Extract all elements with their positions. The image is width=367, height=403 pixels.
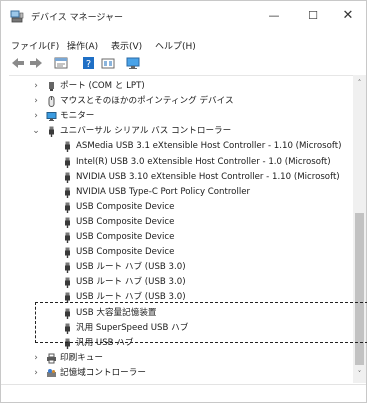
usb-icon <box>62 172 73 183</box>
toolbar: ? <box>1 55 366 73</box>
close-button[interactable]: ✕ <box>328 1 367 31</box>
properties-icon[interactable] <box>53 56 69 70</box>
tree-item-label: ASMedia USB 3.1 eXtensible Host Controll… <box>76 141 342 152</box>
tree-item[interactable]: ASMedia USB 3.1 eXtensible Host Controll… <box>9 139 353 154</box>
tree-item-label: ポート (COM と LPT) <box>60 81 145 91</box>
tree-item-label: USB ルート ハブ (USB 3.0) <box>76 277 186 288</box>
tree-item[interactable]: › ポート (COM と LPT) <box>9 79 353 94</box>
tree-item[interactable]: › 印刷キュー <box>9 351 353 366</box>
close-icon: ✕ <box>342 8 354 23</box>
scroll-down-arrow-icon[interactable]: ˅ <box>353 368 366 380</box>
status-bar <box>1 384 366 402</box>
tree-item-label: ユニバーサル シリアル バス コントローラー <box>60 126 232 137</box>
tree-item[interactable]: USB ルート ハブ (USB 3.0) <box>9 260 353 275</box>
usb-icon <box>62 141 73 153</box>
tree-item-label: USB Composite Device <box>76 216 175 227</box>
tree-item-label: 印刷キュー <box>60 352 103 363</box>
tree-item[interactable]: USB ルート ハブ (USB 3.0) <box>9 275 353 290</box>
scroll-up-arrow-icon[interactable]: ˄ <box>353 77 366 89</box>
tree-item[interactable]: USB Composite Device <box>9 215 353 230</box>
forward-arrow-icon[interactable] <box>28 56 44 70</box>
svg-text:?: ? <box>86 59 91 70</box>
minimize-icon: — <box>268 9 280 22</box>
tree-item-label: NVIDIA USB Type-C Port Policy Controller <box>76 186 251 197</box>
monitor-icon <box>46 111 57 122</box>
menu-view[interactable]: 表示(V) <box>111 39 142 52</box>
tree-item[interactable]: Intel(R) USB 3.0 eXtensible Host Control… <box>9 155 353 170</box>
tree-item-label: モニター <box>60 111 95 122</box>
menu-help[interactable]: ヘルプ(H) <box>155 39 196 52</box>
tree-item[interactable]: › マウスとそのほかのポインティング デバイス <box>9 94 353 109</box>
monitor-icon[interactable] <box>125 56 141 70</box>
chevron-down-icon[interactable]: ⌄ <box>31 124 41 139</box>
tree-item[interactable]: USB Composite Device <box>9 200 353 215</box>
update-driver-icon[interactable] <box>100 56 116 70</box>
chevron-right-icon[interactable]: › <box>31 366 41 381</box>
highlight-dashed-box <box>35 302 367 343</box>
tree-item-label: USB Composite Device <box>76 247 175 258</box>
storage-controller-icon <box>46 368 57 379</box>
tree-item[interactable]: ⌄ ユニバーサル シリアル バス コントローラー <box>9 124 353 139</box>
usb-icon <box>62 262 73 274</box>
tree-item[interactable]: › モニター <box>9 109 353 124</box>
tree-item-label: USB Composite Device <box>76 201 175 212</box>
printer-icon <box>46 353 57 364</box>
usb-icon <box>62 217 73 228</box>
usb-icon <box>62 202 73 213</box>
usb-icon <box>62 187 73 198</box>
tree-item[interactable]: › 記憶域コントローラー <box>9 366 353 381</box>
mouse-icon <box>46 96 57 108</box>
back-arrow-icon[interactable] <box>10 56 26 70</box>
maximize-icon: ☐ <box>308 9 318 22</box>
usb-icon <box>62 157 73 168</box>
chevron-right-icon[interactable]: › <box>31 351 41 366</box>
port-icon <box>46 81 57 92</box>
maximize-button[interactable]: ☐ <box>293 1 333 31</box>
tree-item[interactable]: NVIDIA USB 3.10 eXtensible Host Controll… <box>9 170 353 185</box>
menu-bar: ファイル(F) 操作(A) 表示(V) ヘルプ(H) <box>1 36 366 54</box>
tree-item-label: Intel(R) USB 3.0 eXtensible Host Control… <box>76 156 331 167</box>
tree-item[interactable]: USB Composite Device <box>9 230 353 245</box>
tree-item[interactable]: NVIDIA USB Type-C Port Policy Controller <box>9 185 353 200</box>
minimize-button[interactable]: — <box>254 1 294 31</box>
tree-item-label: 記憶域コントローラー <box>60 367 146 378</box>
usb-icon <box>46 126 57 138</box>
tree-item-label: USB Composite Device <box>76 232 175 242</box>
window-title: デバイス マネージャー <box>31 13 123 23</box>
tree-item[interactable]: USB Composite Device <box>9 245 353 260</box>
menu-file[interactable]: ファイル(F) <box>11 39 59 52</box>
usb-icon <box>62 247 73 259</box>
device-manager-app-icon <box>10 10 24 23</box>
chevron-right-icon[interactable]: › <box>31 94 41 109</box>
tree-item-label: USB ルート ハブ (USB 3.0) <box>76 262 186 273</box>
usb-icon <box>62 232 73 243</box>
chevron-right-icon[interactable]: › <box>31 79 41 94</box>
tree-item-label: NVIDIA USB 3.10 eXtensible Host Controll… <box>76 171 340 182</box>
device-manager-window: デバイス マネージャー — ☐ ✕ ファイル(F) 操作(A) 表示(V) ヘル… <box>0 0 367 403</box>
help-icon[interactable]: ? <box>81 56 97 70</box>
chevron-right-icon[interactable]: › <box>31 109 41 124</box>
usb-icon <box>62 277 73 289</box>
title-bar[interactable]: デバイス マネージャー — ☐ ✕ <box>1 1 366 31</box>
tree-item-label: マウスとそのほかのポインティング デバイス <box>60 96 234 107</box>
menu-action[interactable]: 操作(A) <box>67 39 98 52</box>
